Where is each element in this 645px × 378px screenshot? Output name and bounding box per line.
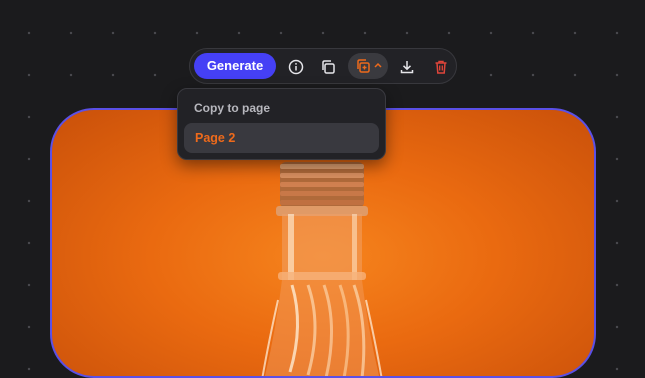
duplicate-icon[interactable] [316,55,340,79]
trash-icon[interactable] [429,55,453,79]
bottle-neck [278,214,366,280]
bottle-body [261,280,383,376]
menu-item-page-2[interactable]: Page 2 [184,123,379,153]
chevron-up-icon [374,62,382,68]
menu-item-label: Page 2 [195,131,236,145]
image-toolbar: Generate [189,48,457,84]
info-icon[interactable] [284,55,308,79]
copy-to-page-menu: Copy to page Page 2 [177,88,386,160]
bottle-threads [280,162,364,208]
generate-button[interactable]: Generate [194,53,276,79]
download-icon[interactable] [395,55,419,79]
copy-to-page-button[interactable] [348,53,388,79]
copy-to-page-icon [357,59,370,73]
menu-title: Copy to page [194,101,271,115]
